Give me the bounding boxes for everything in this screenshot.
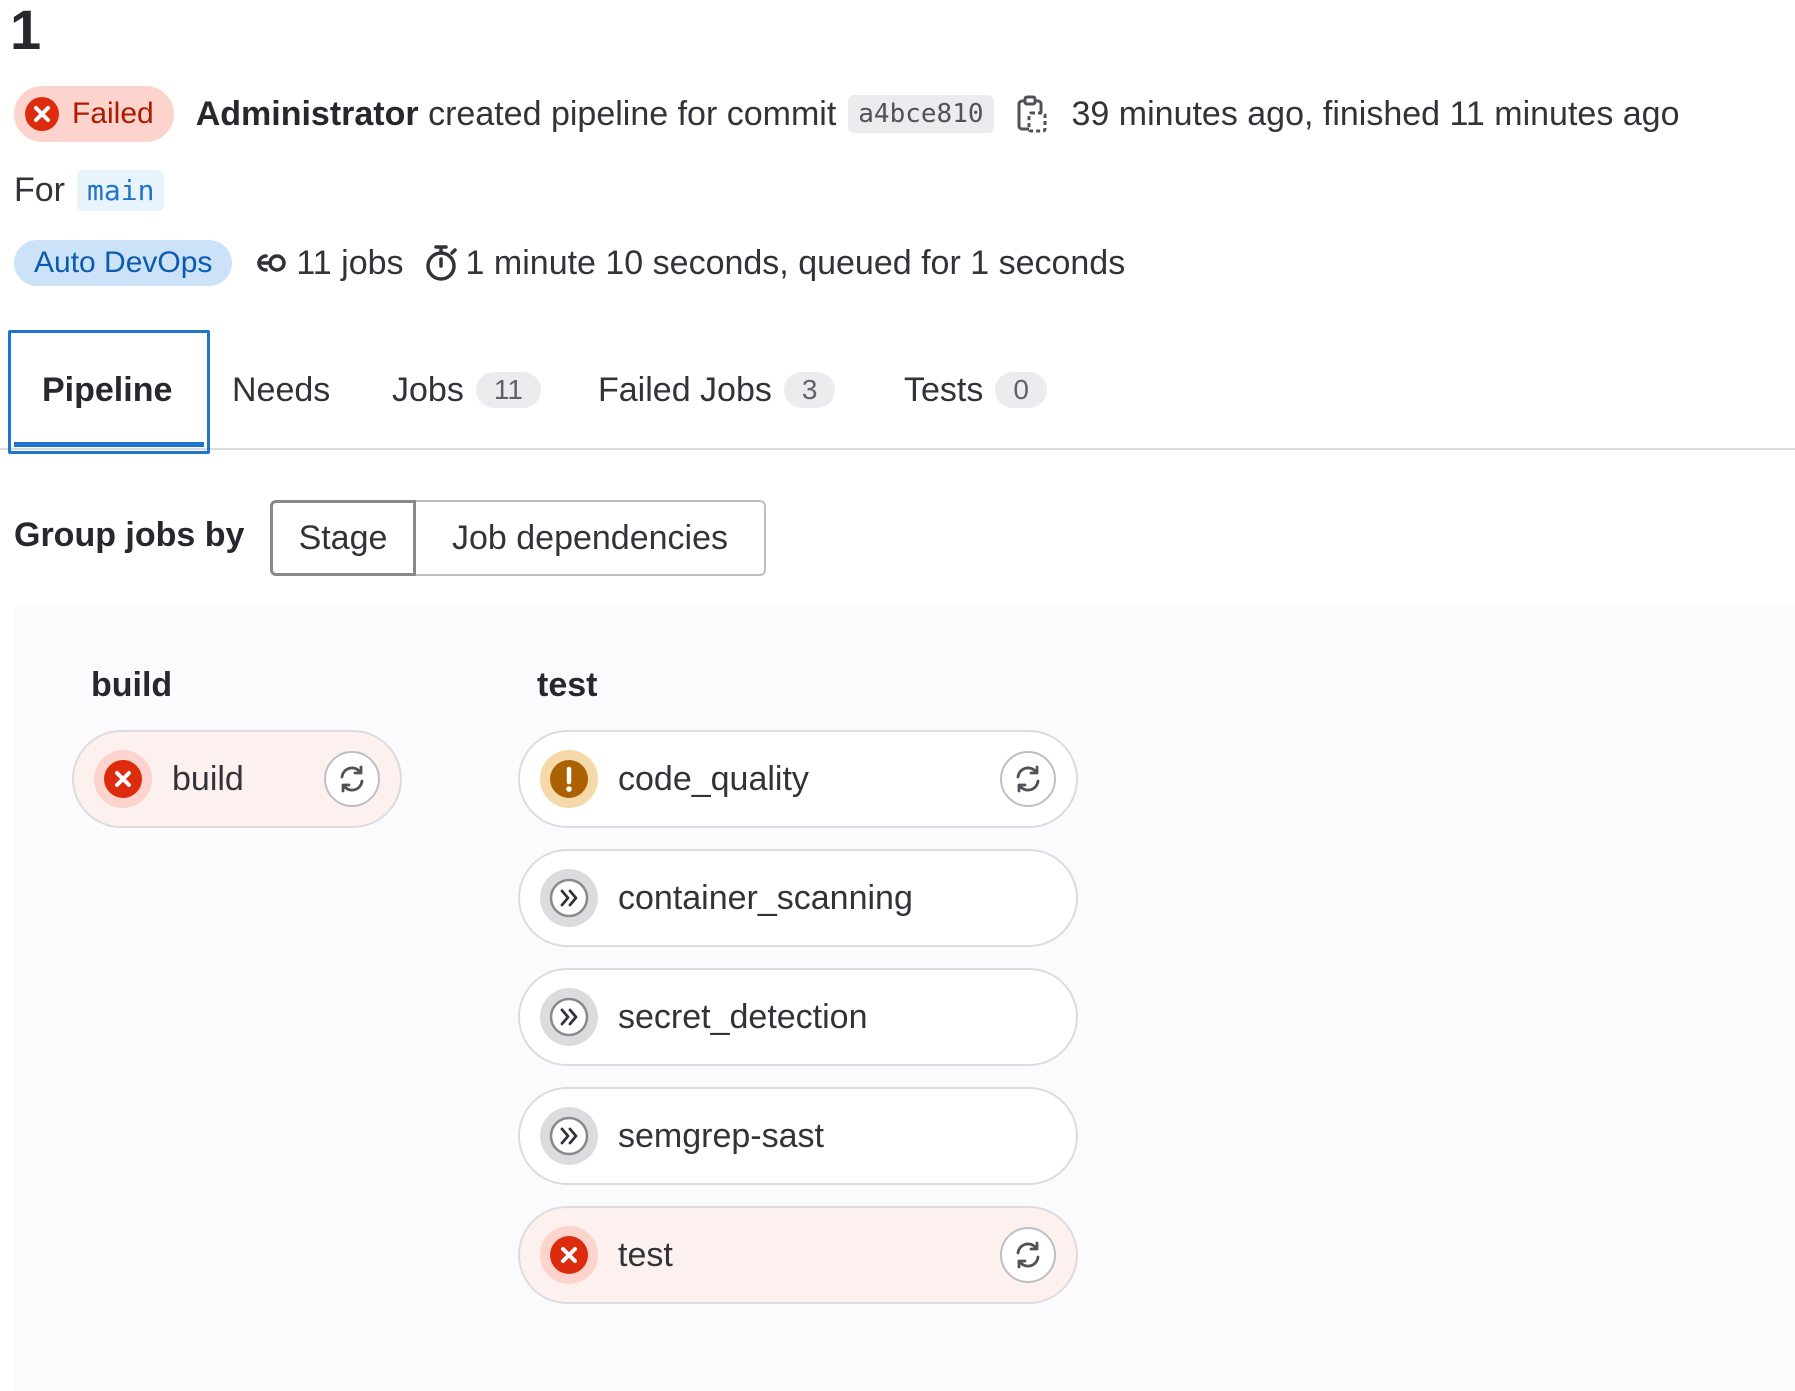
retry-icon (1016, 1241, 1040, 1269)
auto-devops-badge[interactable]: Auto DevOps (14, 240, 233, 286)
tab-needs[interactable]: Needs (232, 330, 330, 450)
commit-sha[interactable]: a4bce810 (848, 95, 994, 133)
job-name: secret_detection (618, 997, 868, 1036)
job-name: semgrep-sast (618, 1116, 824, 1155)
action-text: created pipeline for commit (428, 94, 837, 133)
job-semgrep-sast[interactable]: semgrep-sast (518, 1087, 1078, 1185)
tab-focus-ring (8, 330, 210, 454)
job-test[interactable]: test (518, 1206, 1078, 1304)
tab-failed-jobs-count: 3 (783, 372, 836, 408)
status-failed-icon (540, 1226, 598, 1284)
group-by-dependencies-button[interactable]: Job dependencies (416, 500, 766, 576)
retry-job-button[interactable] (1000, 1227, 1056, 1283)
ref-row: For main (14, 170, 165, 211)
status-warning-icon (540, 750, 598, 808)
pipeline-tabs: Pipeline Needs Jobs 11 Failed Jobs 3 Tests… (0, 330, 1795, 450)
jobs-count: 11 jobs (252, 243, 404, 283)
status-failed-icon (25, 97, 59, 131)
retry-job-button[interactable] (324, 751, 380, 807)
group-by-stage-button[interactable]: Stage (270, 500, 416, 576)
retry-job-button[interactable] (1000, 751, 1056, 807)
stage-title-test: test (537, 666, 598, 704)
tab-failed-jobs[interactable]: Failed Jobs 3 (598, 330, 836, 450)
retry-icon (340, 765, 364, 793)
pipeline-meta: Administrator created pipeline for commi… (196, 95, 837, 134)
stage-title-build: build (91, 666, 173, 704)
retry-icon (1016, 765, 1040, 793)
job-name: test (618, 1235, 673, 1274)
status-badge[interactable]: Failed (14, 86, 174, 142)
tab-tests[interactable]: Tests 0 (904, 330, 1047, 450)
tab-jobs-count: 11 (475, 372, 541, 408)
tab-jobs[interactable]: Jobs 11 (392, 330, 541, 450)
status-label: Failed (72, 97, 154, 130)
pipeline-times: 39 minutes ago, finished 11 minutes ago (1071, 94, 1680, 133)
jobs-count-text: 11 jobs (296, 243, 404, 282)
author-name[interactable]: Administrator (196, 95, 419, 133)
status-failed-icon (94, 750, 152, 808)
job-build[interactable]: build (72, 730, 402, 828)
branch-ref[interactable]: main (77, 170, 165, 211)
status-skipped-icon (540, 1107, 598, 1165)
status-skipped-icon (540, 988, 598, 1046)
job-name: container_scanning (618, 878, 913, 917)
job-name: code_quality (618, 759, 809, 798)
job-name: build (172, 759, 244, 798)
job-secret-detection[interactable]: secret_detection (518, 968, 1078, 1066)
duration-text: 1 minute 10 seconds, queued for 1 second… (465, 243, 1126, 282)
pipeline-title: 1 (10, 0, 42, 61)
job-code-quality[interactable]: code_quality (518, 730, 1078, 828)
copy-sha-button[interactable] (1012, 92, 1052, 136)
group-jobs-label: Group jobs by (14, 516, 245, 554)
pipeline-header: Failed Administrator created pipeline fo… (14, 86, 1680, 142)
copy-icon (1017, 95, 1047, 133)
stopwatch-icon (425, 245, 457, 281)
pipeline-graph: build test build code_quality container_… (14, 604, 1795, 1391)
status-skipped-icon (540, 869, 598, 927)
tab-tests-count: 0 (995, 372, 1047, 408)
for-label: For (14, 171, 65, 209)
pipeline-duration: 1 minute 10 seconds, queued for 1 second… (424, 243, 1126, 283)
pipeline-stats: Auto DevOps 11 jobs 1 minute 10 seconds,… (14, 240, 1125, 286)
job-container-scanning[interactable]: container_scanning (518, 849, 1078, 947)
pipeline-jobs-icon (257, 254, 287, 272)
